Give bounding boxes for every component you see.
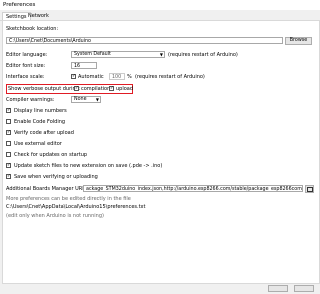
interface-scale-note: (requires restart of Arduino) (135, 74, 205, 80)
check-updates-label: Check for updates on startup (14, 152, 88, 158)
update-extension-checkbox[interactable]: ✓ (6, 163, 11, 168)
scale-percent-field[interactable]: 100 (109, 73, 125, 80)
check-updates-checkbox[interactable] (6, 152, 11, 157)
enable-code-folding-checkbox[interactable] (6, 119, 11, 124)
automatic-label: Automatic (78, 74, 104, 80)
compiler-warnings-select[interactable]: None ▼ (71, 96, 101, 103)
save-when-verifying-label: Save when verifying or uploading (14, 174, 98, 180)
preferences-window: Preferences Settings Network Sketchbook … (0, 0, 320, 294)
upload-checkbox[interactable]: ✓ (109, 86, 114, 91)
open-urls-window-button[interactable] (305, 185, 314, 193)
verbose-label: Show verbose output during: (8, 86, 81, 92)
browse-button[interactable]: Browse (285, 37, 312, 45)
prefs-info-line1: More preferences can be edited directly … (6, 196, 131, 202)
save-when-verifying-checkbox[interactable]: ✓ (6, 174, 11, 179)
settings-panel: Sketchbook location: C:\Users\Cnet\Docum… (2, 20, 320, 284)
update-extension-label: Update sketch files to new extension on … (14, 163, 163, 169)
sketchbook-label: Sketchbook location: (6, 26, 59, 32)
interface-scale-label: Interface scale: (6, 74, 45, 80)
editor-language-value: System Default (74, 52, 111, 57)
compilation-label: compilation (81, 86, 111, 92)
font-size-field[interactable]: 16 (71, 62, 97, 69)
scale-unit: % (127, 74, 132, 80)
external-editor-label: Use external editor (14, 141, 62, 147)
display-line-numbers-label: Display line numbers (14, 108, 67, 114)
compiler-warnings-value: None (74, 97, 87, 102)
editor-language-note: (requires restart of Arduino) (168, 52, 238, 58)
tab-network[interactable]: Network (25, 12, 52, 20)
cancel-button[interactable] (294, 285, 314, 292)
prefs-file-path[interactable]: C:\Users\Cnet\AppData\Local\Arduino15\pr… (6, 204, 145, 210)
compilation-checkbox[interactable]: ✓ (74, 86, 79, 91)
sketchbook-path-field[interactable]: C:\Users\Cnet\Documents\Arduino (6, 37, 283, 44)
window-icon (306, 187, 313, 192)
font-size-label: Editor font size: (6, 63, 46, 69)
ok-button[interactable] (268, 285, 288, 292)
prefs-info-line3: (edit only when Arduino is not running) (6, 213, 104, 219)
chevron-down-icon: ▼ (95, 97, 99, 102)
upload-label: upload (116, 86, 134, 92)
enable-code-folding-label: Enable Code Folding (14, 119, 66, 125)
automatic-checkbox[interactable]: ✓ (71, 74, 76, 79)
boards-manager-label: Additional Boards Manager URLs: (6, 186, 90, 192)
editor-language-select[interactable]: System Default ▼ (71, 51, 165, 58)
compiler-warnings-label: Compiler warnings: (6, 97, 55, 103)
verify-after-upload-checkbox[interactable]: ✓ (6, 130, 11, 135)
chevron-down-icon: ▼ (159, 52, 163, 57)
editor-language-label: Editor language: (6, 52, 48, 58)
display-line-numbers-checkbox[interactable]: ✓ (6, 108, 11, 113)
title-bar: Preferences (0, 0, 320, 10)
boards-manager-urls-field[interactable]: ackage_STM32duino_index.json,http://ardu… (83, 185, 303, 192)
external-editor-checkbox[interactable] (6, 141, 11, 146)
verify-after-upload-label: Verify code after upload (14, 130, 74, 136)
window-title: Preferences (3, 2, 36, 8)
